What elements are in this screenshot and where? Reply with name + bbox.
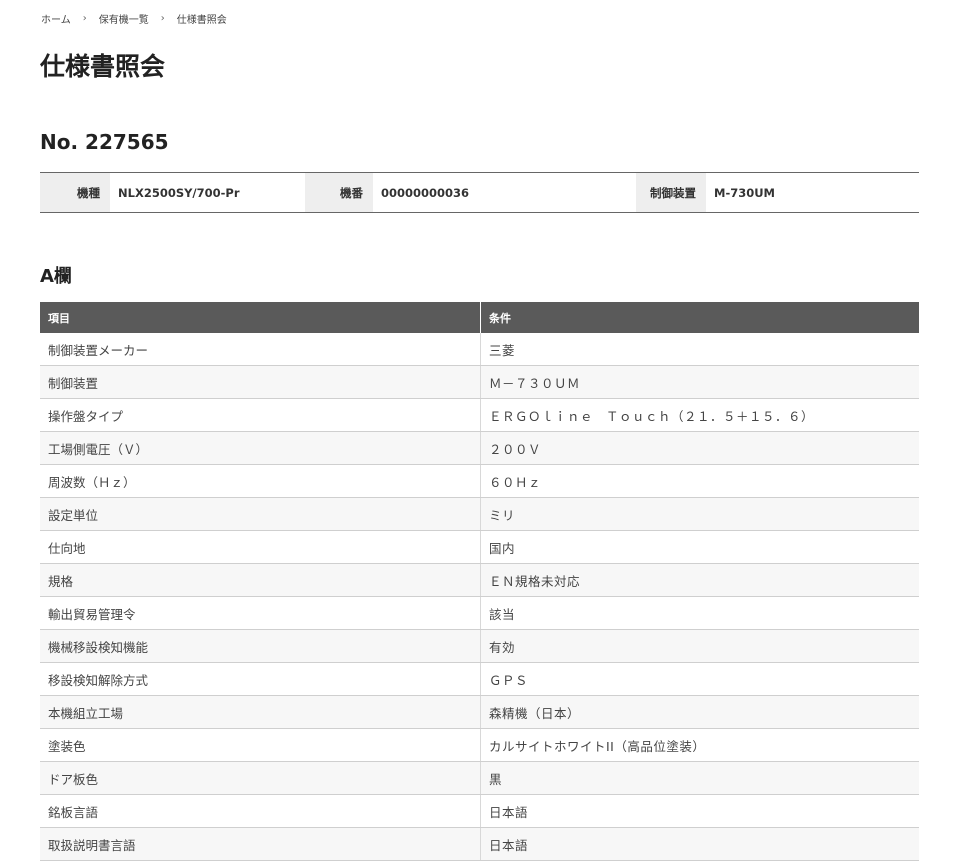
table-row: 制御装置 Ｍ－７３０ＵＭ: [40, 365, 919, 399]
spec-item-cell: 移設検知解除方式: [40, 662, 481, 696]
spec-item-cell: 制御装置: [40, 365, 481, 399]
controller-label: 制御装置: [636, 173, 706, 212]
model-value: NLX2500SY/700-Pr: [118, 185, 240, 200]
spec-item-cell: 規格: [40, 563, 481, 597]
spec-condition-cell: ＧＰＳ: [480, 662, 919, 696]
table-row: 塗装色 カルサイトホワイトII（高品位塗装）: [40, 728, 919, 762]
spec-item-cell: 機械移設検知機能: [40, 629, 481, 663]
spec-condition-cell: 黒: [480, 761, 919, 795]
machine-info-bar: 機種 NLX2500SY/700-Pr 機番 00000000036 制御装置 …: [40, 172, 919, 213]
spec-condition-cell: ６０Ｈｚ: [480, 464, 919, 498]
table-row: 機械移設検知機能 有効: [40, 629, 919, 663]
table-header-row: 項目 条件: [40, 302, 919, 333]
section-title: A欄: [40, 266, 72, 287]
table-row: 移設検知解除方式 ＧＰＳ: [40, 662, 919, 696]
spec-item-cell: 制御装置メーカー: [40, 333, 481, 366]
page: ホーム › 保有機一覧 › 仕様書照会 仕様書照会 No. 227565 機種 …: [0, 0, 978, 861]
spec-item-cell: 本機組立工場: [40, 695, 481, 729]
spec-condition-cell: Ｍ－７３０ＵＭ: [480, 365, 919, 399]
spec-condition-cell: 有効: [480, 629, 919, 663]
spec-condition-cell: ２００Ｖ: [480, 431, 919, 465]
spec-item-cell: ドア板色: [40, 761, 481, 795]
spec-item-cell: 周波数（Ｈｚ）: [40, 464, 481, 498]
spec-condition-cell: 森精機（日本）: [480, 695, 919, 729]
serial-value: 00000000036: [381, 185, 470, 200]
table-row: ドア板色黒: [40, 761, 919, 795]
breadcrumb-separator-icon: ›: [160, 13, 165, 24]
spec-table: 項目 条件 制御装置メーカー 三菱 制御装置 Ｍ－７３０ＵＭ 操作盤タイプ ＥＲＧＯｌｉｎ…: [40, 302, 919, 861]
spec-condition-cell: 日本語: [480, 794, 919, 828]
controller-value: M-730UM: [714, 185, 776, 200]
spec-condition-cell: カルサイトホワイトII（高品位塗装）: [480, 728, 919, 762]
table-row: 設定単位 ミリ: [40, 497, 919, 531]
spec-item-cell: 塗装色: [40, 728, 481, 762]
spec-condition-cell: 国内: [480, 530, 919, 564]
spec-item-cell: 操作盤タイプ: [40, 398, 481, 432]
spec-condition-cell: ＥＮ規格未対応: [480, 563, 919, 597]
spec-item-cell: 銘板言語: [40, 794, 481, 828]
breadcrumb-list-link[interactable]: 保有機一覧: [99, 11, 149, 26]
column-header-condition: 条件: [480, 302, 919, 333]
column-header-item: 項目: [40, 302, 481, 333]
breadcrumb-home-link[interactable]: ホーム: [41, 11, 71, 26]
table-row: 周波数（Ｈｚ） ６０Ｈｚ: [40, 464, 919, 498]
table-row: 工場側電圧（Ｖ） ２００Ｖ: [40, 431, 919, 465]
spec-item-cell: 取扱説明書言語: [40, 827, 481, 861]
spec-condition-cell: 日本語: [480, 827, 919, 861]
spec-item-cell: 設定単位: [40, 497, 481, 531]
spec-condition-cell: ＥＲＧＯｌｉｎｅ Ｔｏｕｃｈ（２１．５＋１５．６）: [480, 398, 919, 432]
table-row: 仕向地 国内: [40, 530, 919, 564]
spec-item-cell: 工場側電圧（Ｖ）: [40, 431, 481, 465]
table-row: 取扱説明書言語 日本語: [40, 827, 919, 861]
spec-condition-cell: 該当: [480, 596, 919, 630]
table-row: 制御装置メーカー 三菱: [40, 333, 919, 366]
table-row: 輸出貿易管理令 該当: [40, 596, 919, 630]
spec-item-cell: 仕向地: [40, 530, 481, 564]
table-row: 規格 ＥＮ規格未対応: [40, 563, 919, 597]
table-row: 銘板言語 日本語: [40, 794, 919, 828]
model-label: 機種: [40, 173, 110, 212]
page-title: 仕様書照会: [40, 52, 166, 81]
machine-number-heading: No. 227565: [40, 130, 169, 154]
table-row: 本機組立工場 森精機（日本）: [40, 695, 919, 729]
serial-label: 機番: [305, 173, 373, 212]
breadcrumb: ホーム › 保有機一覧 › 仕様書照会: [41, 11, 227, 26]
table-row: 操作盤タイプ ＥＲＧＯｌｉｎｅ Ｔｏｕｃｈ（２１．５＋１５．６）: [40, 398, 919, 432]
breadcrumb-current: 仕様書照会: [176, 15, 227, 26]
spec-condition-cell: ミリ: [480, 497, 919, 531]
breadcrumb-separator-icon: ›: [82, 13, 87, 24]
spec-table-body: 制御装置メーカー 三菱 制御装置 Ｍ－７３０ＵＭ 操作盤タイプ ＥＲＧＯｌｉｎｅ Ｔｏｕｃ…: [40, 333, 919, 861]
controller-spacer: [568, 173, 636, 212]
spec-condition-cell: 三菱: [480, 333, 919, 366]
spec-item-cell: 輸出貿易管理令: [40, 596, 481, 630]
